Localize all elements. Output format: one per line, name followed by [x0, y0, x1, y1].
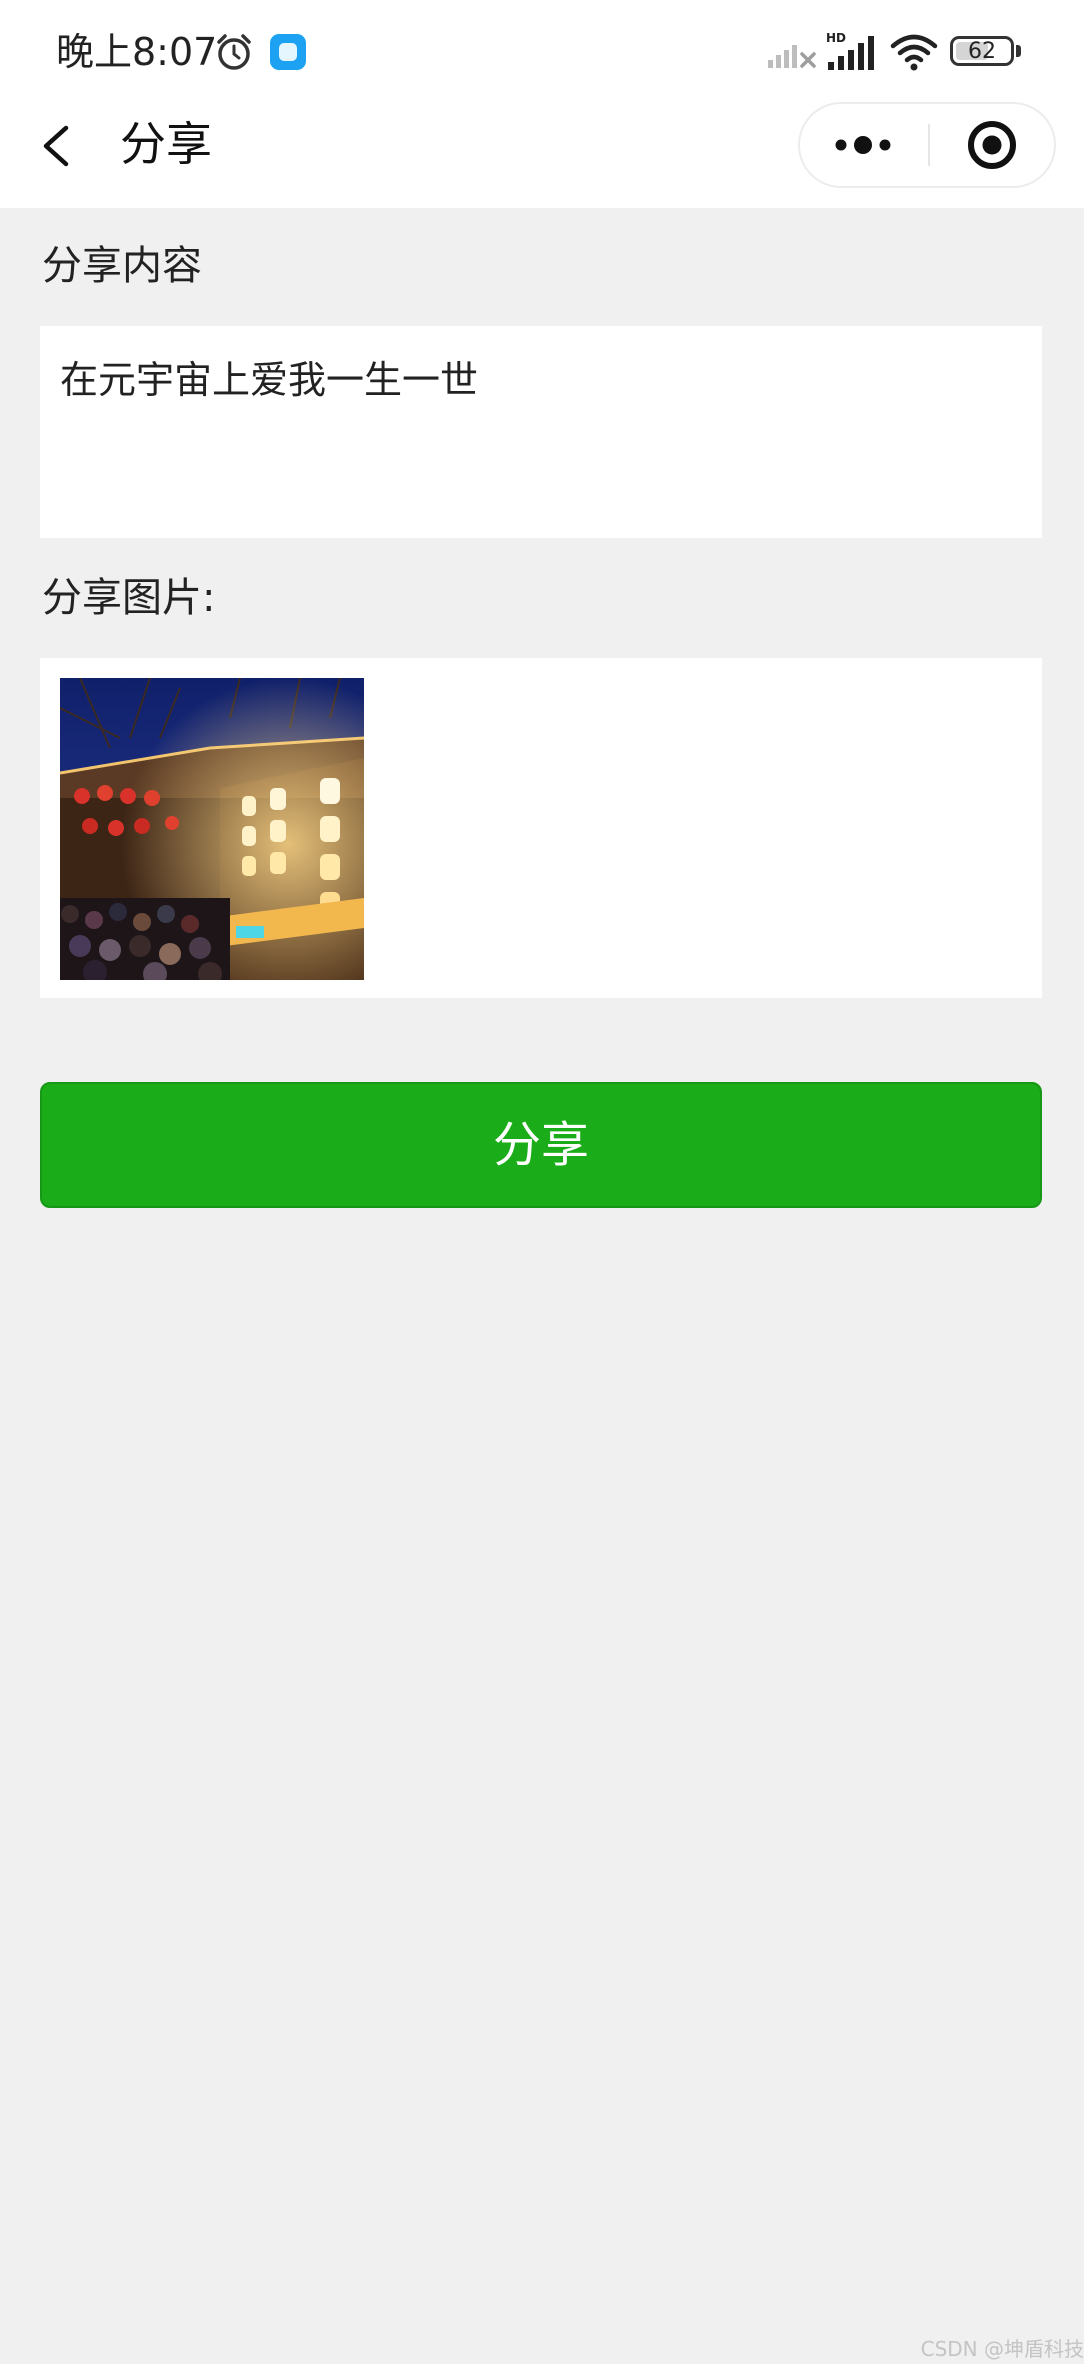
page-title: 分享: [120, 117, 212, 171]
image-picker: [40, 658, 1042, 998]
chevron-left-icon: [43, 125, 69, 167]
signal-hd-icon: HD: [826, 31, 874, 70]
app-notification-icon: [270, 34, 306, 70]
battery-level: 62: [968, 39, 996, 64]
back-button[interactable]: [30, 112, 86, 180]
wifi-icon: [890, 34, 938, 71]
alarm-icon: [217, 34, 251, 70]
page: 晚上8:07 HD 62 分享 分享内容 在元宇宙上爱我一生一世 分享图片: 分…: [0, 0, 1084, 2364]
share-image-label: 分享图片:: [42, 575, 216, 621]
more-dots-icon[interactable]: [800, 104, 928, 186]
share-button[interactable]: 分享: [40, 1082, 1042, 1208]
image-thumbnail[interactable]: [60, 678, 364, 980]
share-content-label: 分享内容: [42, 243, 202, 289]
header: 晚上8:07 HD 62 分享: [0, 0, 1084, 208]
miniprogram-capsule: [798, 102, 1056, 188]
signal-no-service-icon: [768, 45, 816, 68]
battery-icon: 62: [950, 34, 1024, 70]
battery-tip: [1016, 45, 1021, 57]
watermark: CSDN @坤盾科技: [920, 2337, 1084, 2361]
share-content-textarea[interactable]: 在元宇宙上爱我一生一世: [40, 326, 1042, 538]
miniprogram-close-icon[interactable]: [930, 104, 1054, 186]
status-time: 晚上8:07: [56, 30, 218, 74]
svg-text:HD: HD: [826, 31, 846, 45]
